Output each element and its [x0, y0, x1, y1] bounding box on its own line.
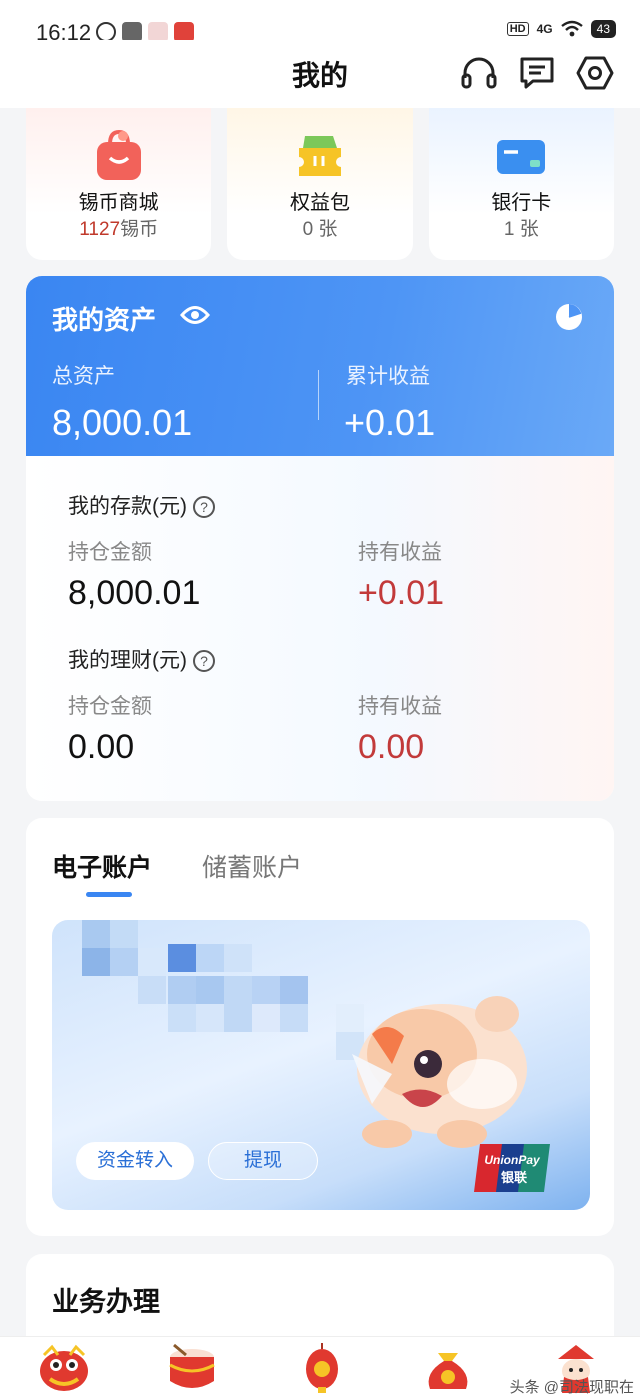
deposits-holding-value: 8,000.01 — [68, 574, 201, 612]
wealth-holding-label: 持仓金额 — [68, 695, 152, 718]
total-assets-value: 8,000.01 — [52, 402, 193, 443]
app-header: 我的 — [0, 40, 640, 108]
status-right: HD 4G 43 — [506, 20, 616, 38]
wealth-title[interactable]: 我的理财(元)? — [68, 644, 215, 674]
bank-card-label: 银行卡 — [491, 192, 552, 214]
coin-mall-balance: 1127锡币 — [26, 214, 211, 241]
ticket-icon — [298, 136, 341, 176]
benefits-label: 权益包 — [289, 192, 350, 214]
coin-mall-label: 锡币商城 — [78, 192, 159, 214]
cumulative-earnings-value: +0.01 — [344, 402, 436, 443]
assets-divider — [318, 370, 319, 420]
withdraw-button[interactable]: 提现 — [208, 1142, 318, 1180]
bottom-nav: 头条 @司法现职在 — [0, 1336, 640, 1397]
wealth-income-value: 0.00 — [358, 728, 425, 766]
bank-card-card[interactable]: 银行卡 1 张 — [428, 108, 614, 260]
wealth-income-label: 持有收益 — [358, 695, 442, 718]
drum-icon — [169, 1343, 215, 1388]
total-assets-label: 总资产 — [52, 365, 115, 388]
video-app-icon — [174, 22, 194, 42]
benefits-card[interactable]: 权益包 0 张 — [227, 108, 413, 260]
nav-item-home[interactable] — [32, 1343, 96, 1395]
watermark: 头条 @司法现职在 — [509, 1379, 634, 1396]
lantern-icon — [306, 1343, 338, 1393]
app-notification-icon — [122, 22, 142, 42]
business-title: 业务办理 — [52, 1287, 160, 1317]
money-bag-icon — [428, 1353, 468, 1389]
sync-icon — [96, 22, 116, 42]
cumulative-earnings-label: 累计收益 — [346, 365, 430, 388]
tab-savings-account[interactable]: 储蓄账户 — [202, 848, 302, 884]
my-assets-card: 我的资产 总资产 8,000.01 累计收益 +0.01 我的存款(元)? 持仓… — [26, 276, 614, 801]
deposits-title-text: 我的存款(元) — [68, 495, 187, 518]
status-notification-icons — [96, 22, 194, 42]
assets-detail: 我的存款(元)? 持仓金额 持有收益 8,000.01 +0.01 我的理财(元… — [26, 456, 614, 801]
deposits-income-label: 持有收益 — [358, 541, 442, 564]
wealth-holding-value: 0.00 — [68, 728, 135, 766]
shopping-bag-icon — [96, 130, 141, 180]
mascot-illustration — [352, 996, 527, 1148]
bank-card-count: 1 张 — [503, 219, 539, 240]
tab-indicator — [86, 892, 132, 897]
lion-dance-icon — [40, 1344, 88, 1391]
svg-text:银联: 银联 — [501, 1170, 527, 1186]
deposits-title[interactable]: 我的存款(元)? — [68, 490, 215, 520]
app-notification-icon-2 — [148, 22, 168, 42]
settings-icon — [576, 56, 614, 90]
nav-item-life[interactable] — [416, 1343, 480, 1395]
quick-cards: 锡币商城 1127锡币 权益包 0 张 银行卡 1 张 — [26, 108, 614, 260]
help-icon[interactable]: ? — [193, 496, 215, 518]
bank-card-image[interactable]: 资金转入 提现 UnionPay 银联 — [52, 920, 590, 1210]
headset-icon — [461, 57, 497, 89]
messages-button[interactable] — [516, 52, 558, 94]
bank-card-icon — [497, 140, 546, 174]
benefits-count: 0 张 — [302, 219, 338, 240]
wealth-title-text: 我的理财(元) — [68, 649, 187, 672]
coin-balance-value: 1127 — [79, 219, 121, 240]
customer-service-button[interactable] — [458, 52, 500, 94]
unionpay-logo: UnionPay 银联 — [474, 1144, 550, 1192]
wifi-icon — [560, 20, 583, 37]
svg-text:UnionPay: UnionPay — [484, 1153, 541, 1167]
tab-electronic-account[interactable]: 电子账户 — [52, 848, 152, 884]
coin-unit: 锡币 — [120, 219, 159, 240]
nav-item-fortune[interactable] — [290, 1343, 354, 1395]
settings-button[interactable] — [574, 52, 616, 94]
hd-icon: HD — [506, 22, 529, 36]
battery-indicator: 43 — [590, 20, 616, 38]
eye-toggle-icon[interactable] — [180, 304, 210, 326]
coin-mall-card[interactable]: 锡币商城 1127锡币 — [26, 108, 212, 260]
transfer-in-button[interactable]: 资金转入 — [76, 1142, 194, 1180]
help-icon[interactable]: ? — [193, 650, 215, 672]
deposits-holding-label: 持仓金额 — [68, 541, 152, 564]
nav-item-wealth[interactable] — [160, 1343, 224, 1395]
pie-chart-icon[interactable] — [554, 302, 584, 332]
network-indicator: 4G — [536, 22, 553, 36]
message-icon — [520, 57, 554, 89]
deposits-income-value: +0.01 — [358, 574, 445, 612]
assets-title: 我的资产 — [52, 305, 157, 335]
account-card: 电子账户 储蓄账户 资金转入 提现 UnionPay 银联 — [26, 818, 614, 1236]
assets-summary: 我的资产 总资产 8,000.01 累计收益 +0.01 — [26, 276, 614, 456]
